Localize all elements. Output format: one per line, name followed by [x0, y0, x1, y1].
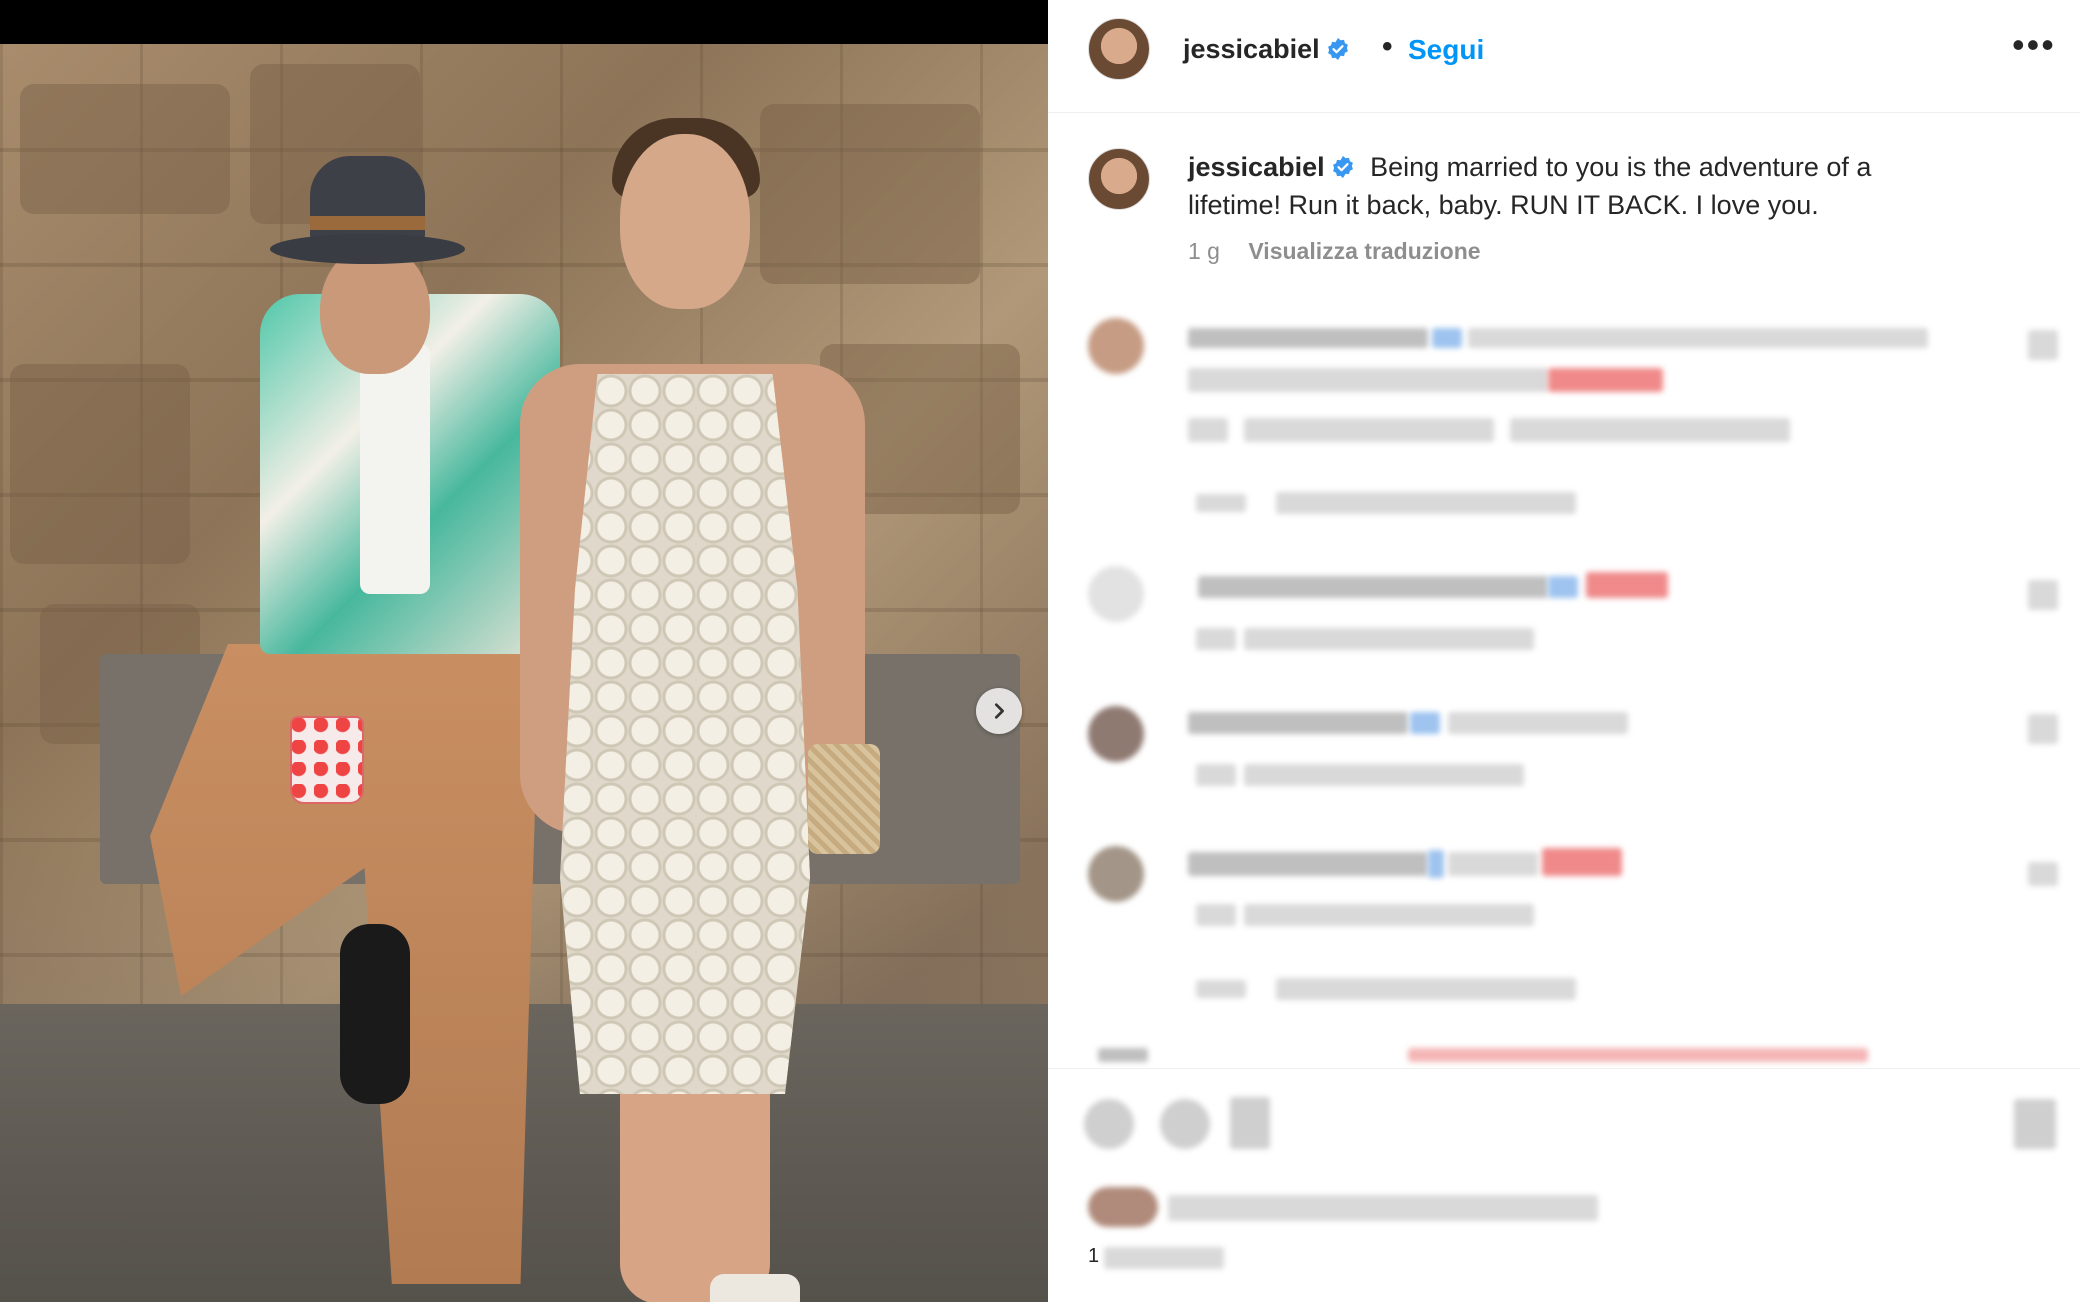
comment-text [1448, 712, 1628, 734]
verified-badge-icon [1432, 328, 1462, 348]
comment-like-icon[interactable] [2028, 714, 2058, 744]
caption-meta: 1 g Visualizza traduzione [1188, 238, 1481, 265]
likes-count-prefix: 1 [1088, 1245, 1100, 1267]
comment-time [1196, 764, 1236, 786]
save-icon[interactable] [2014, 1099, 2056, 1149]
post-photo[interactable] [0, 44, 1048, 1302]
comment-likes [1244, 418, 1494, 442]
commenter-avatar[interactable] [1088, 318, 1144, 374]
author-username[interactable]: jessicabiel [1183, 34, 1350, 65]
comment-like-icon[interactable] [2028, 862, 2058, 886]
verified-badge-icon [1548, 576, 1578, 598]
man-shoe [340, 924, 410, 1104]
chevron-right-icon [994, 703, 1004, 719]
verified-badge-icon [1428, 850, 1444, 878]
comment-icon[interactable] [1160, 1099, 1210, 1149]
wicker-purse [808, 744, 880, 854]
comment-time [1188, 418, 1228, 442]
post-sidebar: jessicabiel • Segui ••• jessicabiel Bein… [1048, 0, 2080, 1302]
comment-emoji [1586, 572, 1668, 598]
action-bar: 1 [1048, 1068, 2080, 1303]
more-options-icon[interactable]: ••• [2012, 24, 2056, 66]
see-translation-link[interactable]: Visualizza traduzione [1248, 238, 1480, 264]
comment-like-icon[interactable] [2028, 330, 2058, 360]
post-header: jessicabiel • Segui ••• [1048, 0, 2080, 113]
man-undershirt [360, 344, 430, 594]
view-replies-line[interactable] [1196, 980, 1246, 998]
comment-time [1196, 628, 1236, 650]
verified-badge-icon [1410, 712, 1440, 734]
post-caption: jessicabiel Being married to you is the … [1188, 148, 1968, 224]
view-replies-link[interactable] [1276, 978, 1576, 1000]
commenter-avatar[interactable] [1088, 706, 1144, 762]
post-date [1104, 1247, 1224, 1269]
caption-author-avatar[interactable] [1088, 148, 1150, 210]
glass-cup [290, 716, 364, 804]
comment-text [1188, 368, 1548, 392]
comment-emoji [1548, 368, 1663, 392]
white-dress [560, 374, 810, 1094]
caption-author-username[interactable]: jessicabiel [1188, 152, 1355, 182]
photo-pane [0, 0, 1048, 1302]
comment-text [1448, 852, 1538, 876]
woman-sandal [710, 1274, 800, 1302]
comment-username[interactable] [1188, 712, 1408, 734]
author-avatar[interactable] [1088, 18, 1150, 80]
verified-badge-icon [1327, 38, 1348, 60]
comment-reply-button[interactable] [1244, 628, 1534, 650]
commenter-avatar[interactable] [1088, 566, 1144, 622]
comment-time [1196, 904, 1236, 926]
verified-badge-icon [1332, 156, 1353, 178]
share-icon[interactable] [1230, 1097, 1270, 1149]
caption-author-username-text[interactable]: jessicabiel [1188, 152, 1325, 182]
view-replies-line[interactable] [1196, 494, 1246, 512]
comment-reply-button[interactable] [1244, 904, 1534, 926]
comment-like-icon[interactable] [2028, 580, 2058, 610]
comment-username[interactable] [1188, 852, 1428, 876]
like-icon[interactable] [1084, 1099, 1134, 1149]
follow-button[interactable]: Segui [1408, 34, 1484, 66]
comment-username[interactable] [1198, 576, 1548, 598]
comment-partial [1098, 1048, 1148, 1062]
comment-reply-button[interactable] [1510, 418, 1790, 442]
next-photo-button[interactable] [976, 688, 1022, 734]
comment-username[interactable] [1188, 328, 1428, 348]
likers-avatars[interactable] [1088, 1187, 1158, 1227]
comment-text [1468, 328, 1928, 348]
wall-stone [20, 84, 230, 214]
comment-emoji [1542, 848, 1622, 876]
view-replies-link[interactable] [1276, 492, 1576, 514]
woman-head [620, 134, 750, 309]
fedora-hat [270, 156, 465, 276]
comment-reply-button[interactable] [1244, 764, 1524, 786]
comment-partial [1408, 1048, 1868, 1062]
author-username-text[interactable]: jessicabiel [1183, 34, 1320, 64]
post-time[interactable]: 1 g [1188, 238, 1220, 264]
wall-stone [10, 364, 190, 564]
commenter-avatar[interactable] [1088, 846, 1144, 902]
separator-dot: • [1382, 30, 1393, 63]
wall-stone [760, 104, 980, 284]
likes-summary[interactable] [1168, 1195, 1598, 1221]
